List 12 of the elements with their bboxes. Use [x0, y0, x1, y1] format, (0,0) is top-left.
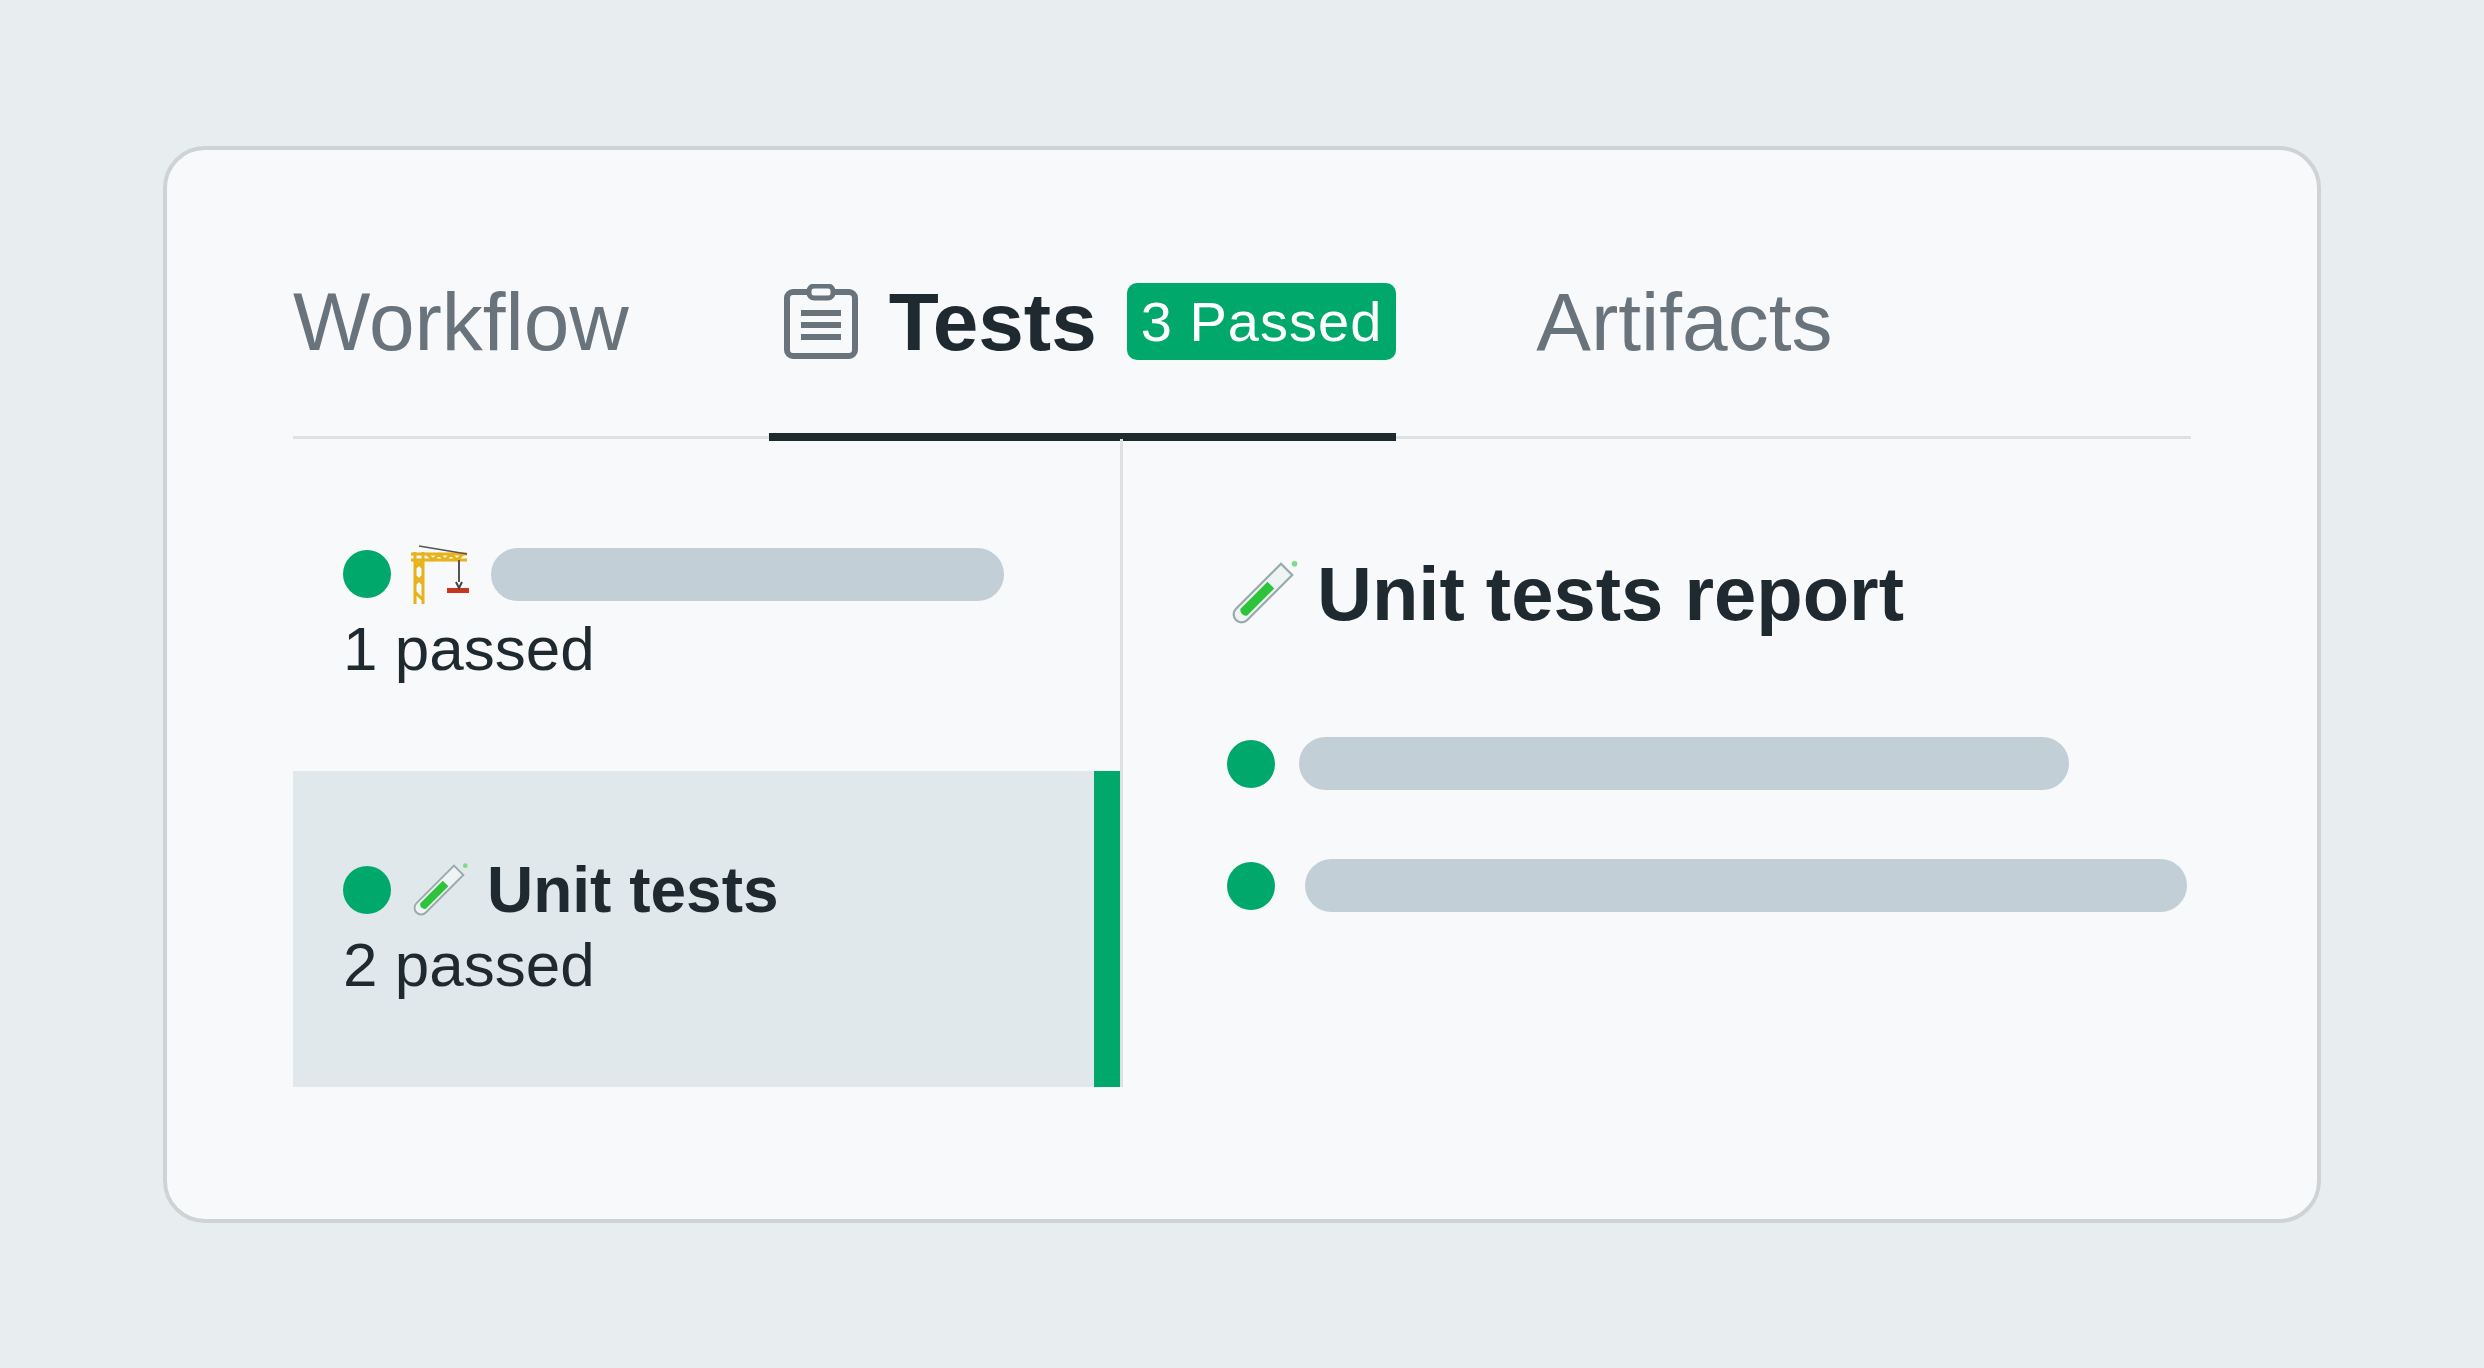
- clipboard-icon: [782, 283, 859, 360]
- crane-icon: [409, 542, 469, 606]
- suite-item[interactable]: 1 passed: [293, 439, 1120, 771]
- suite-item[interactable]: Unit tests 2 passed: [293, 771, 1120, 1087]
- report-title: Unit tests report: [1317, 549, 1904, 637]
- tab[interactable]: Tests 3 Passed: [768, 150, 1397, 441]
- suite-title: Unit tests: [487, 853, 779, 927]
- tab[interactable]: Artifacts: [1536, 150, 1833, 441]
- suite-summary: 2 passed: [343, 929, 596, 1000]
- count-badge: 3 Passed: [1126, 283, 1397, 360]
- suite-summary: 1 passed: [343, 613, 596, 684]
- tab[interactable]: Workflow: [293, 150, 629, 441]
